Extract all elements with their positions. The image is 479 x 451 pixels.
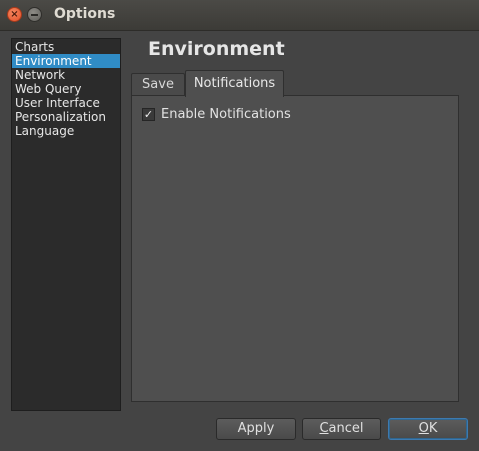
- sidebar-item-environment[interactable]: Environment: [12, 54, 120, 68]
- close-glyph: ×: [10, 8, 19, 20]
- sidebar-item-user-interface[interactable]: User Interface: [12, 96, 120, 110]
- tab-save[interactable]: Save: [131, 73, 185, 95]
- title-bar[interactable]: × Options: [0, 0, 479, 31]
- enable-notifications-label[interactable]: Enable Notifications: [161, 107, 291, 122]
- page-title: Environment: [148, 38, 285, 60]
- sidebar-item-network[interactable]: Network: [12, 68, 120, 82]
- sidebar-item-personalization[interactable]: Personalization: [12, 110, 120, 124]
- minimize-bar: [31, 13, 38, 16]
- enable-notifications-checkbox[interactable]: ✓: [142, 108, 155, 121]
- category-list[interactable]: Charts Environment Network Web Query Use…: [11, 38, 121, 411]
- minimize-icon[interactable]: [27, 7, 42, 22]
- cancel-button-label: ancel: [328, 421, 364, 436]
- apply-button-label: Apply: [237, 421, 275, 436]
- ok-mnemonic: O: [418, 421, 429, 436]
- apply-button[interactable]: Apply: [216, 418, 296, 440]
- options-window: × Options Charts Environment Network Web…: [0, 0, 479, 451]
- enable-notifications-row[interactable]: ✓ Enable Notifications: [142, 107, 291, 122]
- close-icon[interactable]: ×: [7, 7, 22, 22]
- tab-notifications[interactable]: Notifications: [185, 70, 284, 97]
- window-title: Options: [54, 6, 116, 22]
- cancel-mnemonic: C: [319, 421, 329, 436]
- cancel-button[interactable]: Cancel: [302, 418, 381, 440]
- ok-button[interactable]: OK: [388, 418, 468, 440]
- sidebar-item-charts[interactable]: Charts: [12, 40, 120, 54]
- sidebar-item-language[interactable]: Language: [12, 124, 120, 138]
- sidebar-item-web-query[interactable]: Web Query: [12, 82, 120, 96]
- ok-button-label: K: [428, 421, 438, 436]
- notifications-panel: ✓ Enable Notifications: [131, 95, 459, 402]
